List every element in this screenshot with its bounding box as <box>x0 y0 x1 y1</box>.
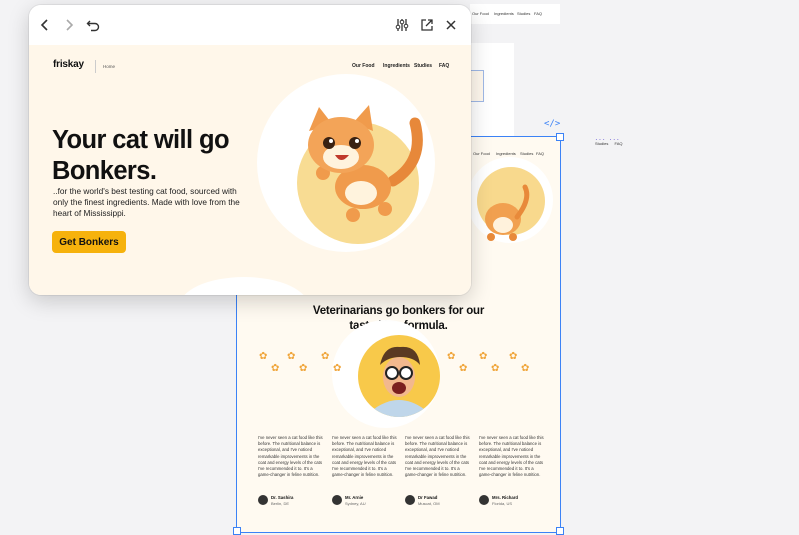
hero-subtext: ..for the world's best testing cat food,… <box>53 186 240 218</box>
code-icon[interactable]: </> <box>544 119 560 129</box>
frame-nav-faq: FAQ <box>536 151 545 156</box>
paw-icon: ✿ <box>459 363 468 374</box>
frame-kitten-illustration <box>485 184 530 241</box>
nav-ingredients[interactable]: Ingredients <box>383 63 410 69</box>
forward-icon[interactable] <box>59 15 79 35</box>
testimonial-card: I've never seen a cat food like this bef… <box>405 435 471 506</box>
paw-icon: ✿ <box>321 351 330 362</box>
close-icon[interactable] <box>441 15 461 35</box>
frame-nav-ingredients: Ingredients <box>496 151 516 156</box>
testimonial-quote: I've never seen a cat food like this bef… <box>258 435 323 478</box>
testimonial-quote: I've never seen a cat food like this bef… <box>479 435 544 478</box>
vet-portrait <box>358 335 440 417</box>
frame-nav-studies: Studies <box>520 151 534 156</box>
paw-icon: ✿ <box>299 363 308 374</box>
paw-icon: ✿ <box>521 363 530 374</box>
breadcrumb[interactable]: Home <box>103 64 115 69</box>
strip-nav-ingredients: Ingredients <box>494 11 514 16</box>
paw-icon: ✿ <box>509 351 518 362</box>
selection-nav-labels: Studies FAQ <box>595 141 622 146</box>
testimonial-place: Sydney, AU <box>345 501 366 506</box>
testimonial-author: Dr Fawad Muscat, OM <box>405 495 471 507</box>
section-title-line1: Veterinarians go bonkers for our <box>312 305 485 317</box>
undo-icon[interactable] <box>83 15 103 35</box>
hero-headline: Your cat will go Bonkers. <box>52 125 262 187</box>
paw-icon: ✿ <box>271 363 280 374</box>
nav-studies[interactable]: Studies <box>414 63 432 69</box>
testimonial-name: Dr. Sashira <box>271 495 294 500</box>
testimonial-author: Mr. Arnie Sydney, AU <box>332 495 398 507</box>
testimonial-place: Muscat, OM <box>418 501 440 506</box>
testimonial-author: Dr. Sashira Berlin, DE <box>258 495 324 507</box>
selection-label-studies: Studies <box>595 141 609 146</box>
resize-handle-bottom-right[interactable] <box>556 527 564 535</box>
testimonial-quote: I've never seen a cat food like this bef… <box>405 435 470 478</box>
testimonial-quote: I've never seen a cat food like this bef… <box>332 435 397 478</box>
testimonial-author: Mrs. Richard Florida, US <box>479 495 545 507</box>
testimonial-name: Mr. Arnie <box>345 495 364 500</box>
preview-toolbar <box>29 5 471 46</box>
testimonial-card: I've never seen a cat food like this bef… <box>258 435 324 506</box>
testimonial-name: Mrs. Richard <box>492 495 519 500</box>
hero-headline-line1: Your cat will go <box>52 126 230 154</box>
resize-handle-top-right[interactable] <box>556 133 564 141</box>
vet-illustration <box>374 346 424 417</box>
nav-our-food[interactable]: Our Food <box>352 63 375 69</box>
paw-icon: ✿ <box>447 351 456 362</box>
avatar <box>405 495 415 505</box>
hero-headline-line2: Bonkers. <box>52 157 157 185</box>
selection-label-faq: FAQ <box>614 141 623 146</box>
testimonial-place: Florida, US <box>492 501 513 506</box>
decorative-circle <box>179 277 309 295</box>
avatar <box>479 495 489 505</box>
open-external-icon[interactable] <box>417 15 437 35</box>
sliders-icon[interactable] <box>392 15 412 35</box>
logo-divider <box>95 60 96 73</box>
site-logo[interactable]: friskay <box>53 59 84 70</box>
paw-icon: ✿ <box>491 363 500 374</box>
paw-icon: ✿ <box>479 351 488 362</box>
testimonial-place: Berlin, DE <box>271 501 290 506</box>
testimonial-card: I've never seen a cat food like this bef… <box>479 435 545 506</box>
canvas-ghost-thumbnail <box>470 70 484 102</box>
testimonial-name: Dr Fawad <box>418 495 438 500</box>
site-preview: friskay Home Our Food Ingredients Studie… <box>29 45 471 295</box>
frame-nav-our-food: Our Food <box>473 151 490 156</box>
strip-nav-our-food: Our Food <box>472 11 489 16</box>
paw-icon: ✿ <box>259 351 268 362</box>
kitten-illustration <box>308 105 423 222</box>
resize-handle-bottom-left[interactable] <box>233 527 241 535</box>
get-bonkers-button[interactable]: Get Bonkers <box>52 231 126 253</box>
paw-icon: ✿ <box>333 363 342 374</box>
preview-window: friskay Home Our Food Ingredients Studie… <box>29 5 471 295</box>
canvas-frame-strip: Our Food Ingredients Studies FAQ <box>470 4 560 24</box>
avatar <box>258 495 268 505</box>
testimonial-card: I've never seen a cat food like this bef… <box>332 435 398 506</box>
avatar <box>332 495 342 505</box>
strip-nav-studies: Studies <box>517 11 531 16</box>
paw-icon: ✿ <box>287 351 296 362</box>
nav-faq[interactable]: FAQ <box>439 63 449 69</box>
strip-nav-faq: FAQ <box>534 11 543 16</box>
back-icon[interactable] <box>35 15 55 35</box>
